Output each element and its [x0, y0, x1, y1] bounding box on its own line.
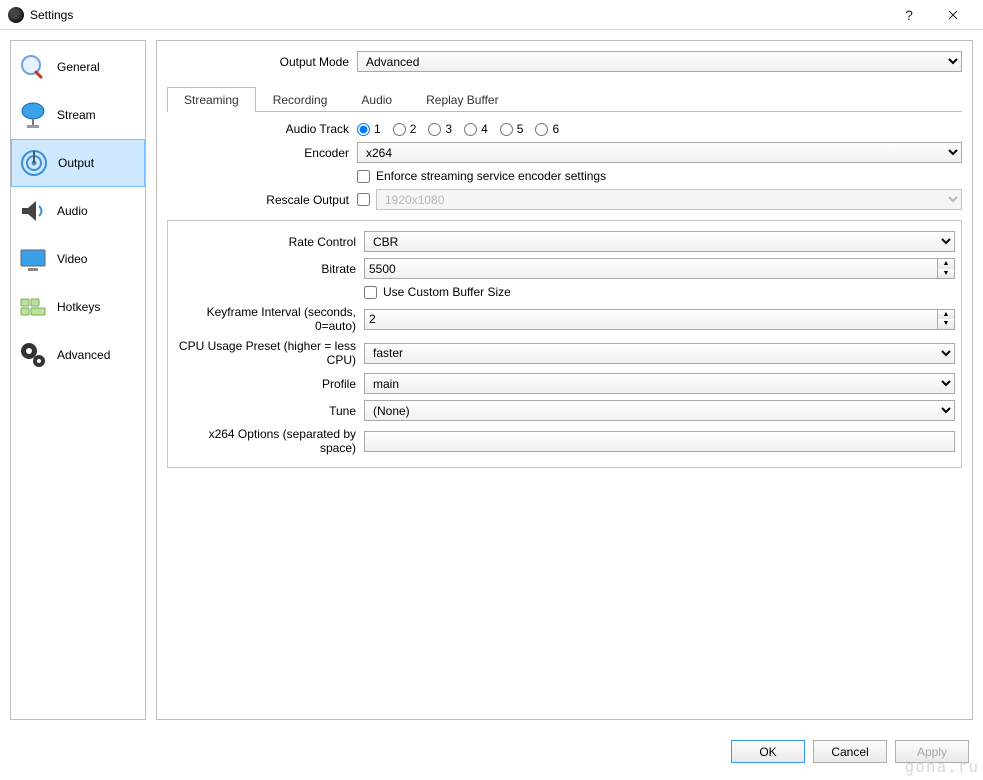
audio-track-label: Audio Track [167, 122, 357, 136]
x264-opts-label: x264 Options (separated by space) [174, 427, 364, 455]
tab-label: Streaming [184, 93, 239, 107]
keyframe-spinbox[interactable]: ▲▼ [364, 309, 955, 330]
tab-label: Audio [361, 93, 392, 107]
bitrate-label: Bitrate [174, 262, 364, 276]
sidebar-item-video[interactable]: Video [11, 235, 145, 283]
profile-select[interactable]: main [364, 373, 955, 394]
tab-label: Recording [273, 93, 328, 107]
sidebar-item-audio[interactable]: Audio [11, 187, 145, 235]
rescale-label: Rescale Output [167, 193, 357, 207]
tab-recording[interactable]: Recording [256, 87, 345, 112]
close-icon [948, 10, 958, 20]
tab-streaming[interactable]: Streaming [167, 87, 256, 112]
dialog-footer: OK Cancel Apply [0, 730, 983, 763]
app-icon [8, 7, 24, 23]
tune-label: Tune [174, 404, 364, 418]
encoder-settings-group: Rate Control CBR Bitrate ▲▼ [167, 220, 962, 468]
general-icon [17, 51, 49, 83]
advanced-icon [17, 339, 49, 371]
title-bar: Settings ? [0, 0, 983, 30]
tab-label: Replay Buffer [426, 93, 499, 107]
audio-track-3[interactable]: 3 [428, 122, 452, 136]
output-icon [18, 147, 50, 179]
sidebar-item-label: Stream [57, 108, 96, 122]
x264-opts-input[interactable] [364, 431, 955, 452]
sidebar-item-stream[interactable]: Stream [11, 91, 145, 139]
audio-track-5[interactable]: 5 [500, 122, 524, 136]
spin-up-icon[interactable]: ▲ [938, 259, 954, 269]
help-button[interactable]: ? [887, 1, 931, 29]
tab-strip: Streaming Recording Audio Replay Buffer [167, 86, 962, 112]
spin-down-icon[interactable]: ▼ [938, 319, 954, 329]
window-title: Settings [30, 8, 73, 22]
tab-replay-buffer[interactable]: Replay Buffer [409, 87, 516, 112]
audio-icon [17, 195, 49, 227]
tab-audio[interactable]: Audio [344, 87, 409, 112]
sidebar-item-label: Audio [57, 204, 88, 218]
enforce-checkbox[interactable] [357, 170, 370, 183]
sidebar-item-advanced[interactable]: Advanced [11, 331, 145, 379]
rate-control-label: Rate Control [174, 235, 364, 249]
bitrate-input[interactable] [364, 258, 938, 279]
sidebar-item-label: Hotkeys [57, 300, 100, 314]
custom-buffer-checkbox[interactable] [364, 286, 377, 299]
tune-select[interactable]: (None) [364, 400, 955, 421]
keyframe-input[interactable] [364, 309, 938, 330]
encoder-label: Encoder [167, 146, 357, 160]
spin-up-icon[interactable]: ▲ [938, 310, 954, 320]
keyframe-label: Keyframe Interval (seconds, 0=auto) [174, 305, 364, 333]
sidebar-item-label: Output [58, 156, 94, 170]
sidebar-item-label: General [57, 60, 100, 74]
audio-track-6[interactable]: 6 [535, 122, 559, 136]
audio-track-2[interactable]: 2 [393, 122, 417, 136]
content-panel: Output Mode Advanced Streaming Recording… [156, 40, 973, 720]
sidebar: General Stream Output Audio Video [10, 40, 146, 720]
audio-track-group: 1 2 3 4 5 6 [357, 122, 962, 136]
video-icon [17, 243, 49, 275]
custom-buffer-label: Use Custom Buffer Size [383, 285, 511, 299]
sidebar-item-label: Advanced [57, 348, 110, 362]
ok-button[interactable]: OK [731, 740, 805, 763]
hotkeys-icon [17, 291, 49, 323]
stream-icon [17, 99, 49, 131]
output-mode-select[interactable]: Advanced [357, 51, 962, 72]
enforce-label: Enforce streaming service encoder settin… [376, 169, 606, 183]
output-mode-label: Output Mode [167, 55, 357, 69]
cpu-preset-label: CPU Usage Preset (higher = less CPU) [174, 339, 364, 367]
rescale-checkbox[interactable] [357, 193, 370, 206]
sidebar-item-label: Video [57, 252, 87, 266]
spin-down-icon[interactable]: ▼ [938, 269, 954, 279]
close-button[interactable] [931, 1, 975, 29]
audio-track-1[interactable]: 1 [357, 122, 381, 136]
cancel-button[interactable]: Cancel [813, 740, 887, 763]
rate-control-select[interactable]: CBR [364, 231, 955, 252]
sidebar-item-output[interactable]: Output [11, 139, 145, 187]
watermark: goha.ru [905, 757, 979, 776]
profile-label: Profile [174, 377, 364, 391]
cpu-preset-select[interactable]: faster [364, 343, 955, 364]
audio-track-4[interactable]: 4 [464, 122, 488, 136]
bitrate-spinbox[interactable]: ▲▼ [364, 258, 955, 279]
encoder-select[interactable]: x264 [357, 142, 962, 163]
sidebar-item-general[interactable]: General [11, 43, 145, 91]
sidebar-item-hotkeys[interactable]: Hotkeys [11, 283, 145, 331]
rescale-select[interactable]: 1920x1080 [376, 189, 962, 210]
